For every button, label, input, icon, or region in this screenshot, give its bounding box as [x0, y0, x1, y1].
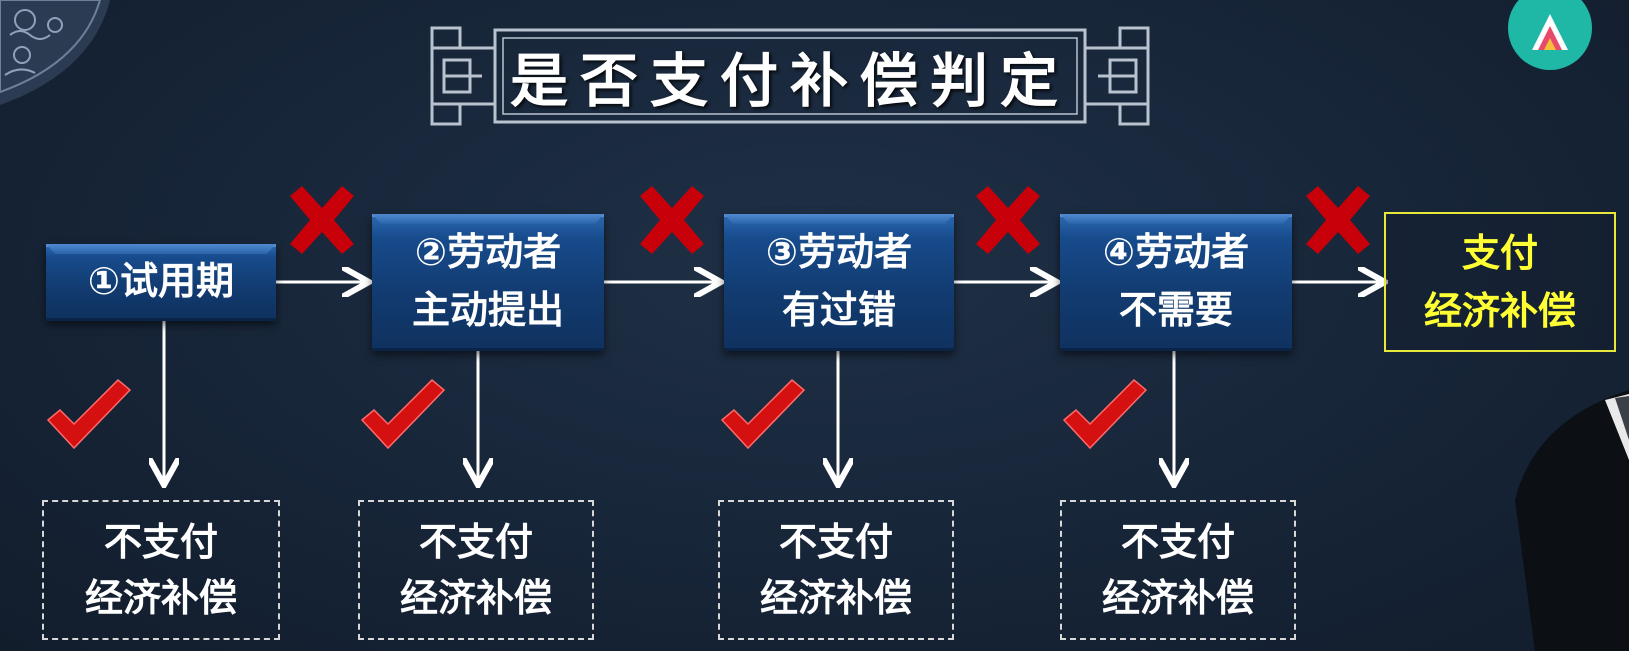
cross-icon: [290, 186, 354, 254]
step-label: ④劳动者 不需要: [1102, 230, 1250, 332]
outcome-box: 不支付 经济补偿: [718, 500, 954, 640]
outcome-label: 不支付 经济补偿: [1101, 520, 1254, 620]
step-probation: ①试用期: [46, 244, 276, 321]
outcome-label: 不支付 经济补偿: [759, 520, 912, 620]
check-icon-group: [46, 378, 1148, 450]
cross-icon: [1306, 186, 1370, 254]
outcome-label: 不支付 经济补偿: [399, 520, 552, 620]
check-icon: [360, 378, 446, 450]
cross-icon: [640, 186, 704, 254]
corner-ornament: [0, 0, 110, 105]
final-label: 支付 经济补偿: [1423, 231, 1576, 333]
outcome-box: 不支付 经济补偿: [358, 500, 594, 640]
step-label: ③劳动者 有过错: [765, 230, 913, 332]
page-title: 是否支付补偿判定: [509, 47, 1070, 115]
outcome-label: 不支付 经济补偿: [84, 520, 237, 620]
cross-icon: [976, 186, 1040, 254]
step-employee-initiated: ②劳动者 主动提出: [372, 214, 604, 351]
brand-logo: [1508, 0, 1592, 70]
outcome-box: 不支付 经济补偿: [1060, 500, 1296, 640]
check-icon: [720, 378, 806, 450]
outcome-box: 不支付 经济补偿: [42, 500, 280, 640]
step-label: ②劳动者 主动提出: [411, 230, 564, 332]
check-icon: [1062, 378, 1148, 450]
final-pay-compensation: 支付 经济补偿: [1384, 212, 1616, 352]
presenter-silhouette: [1515, 390, 1629, 651]
check-icon: [46, 378, 132, 450]
step-employee-fault: ③劳动者 有过错: [724, 214, 954, 351]
step-employee-not-needed: ④劳动者 不需要: [1060, 214, 1292, 351]
step-label: ①试用期: [87, 259, 235, 303]
